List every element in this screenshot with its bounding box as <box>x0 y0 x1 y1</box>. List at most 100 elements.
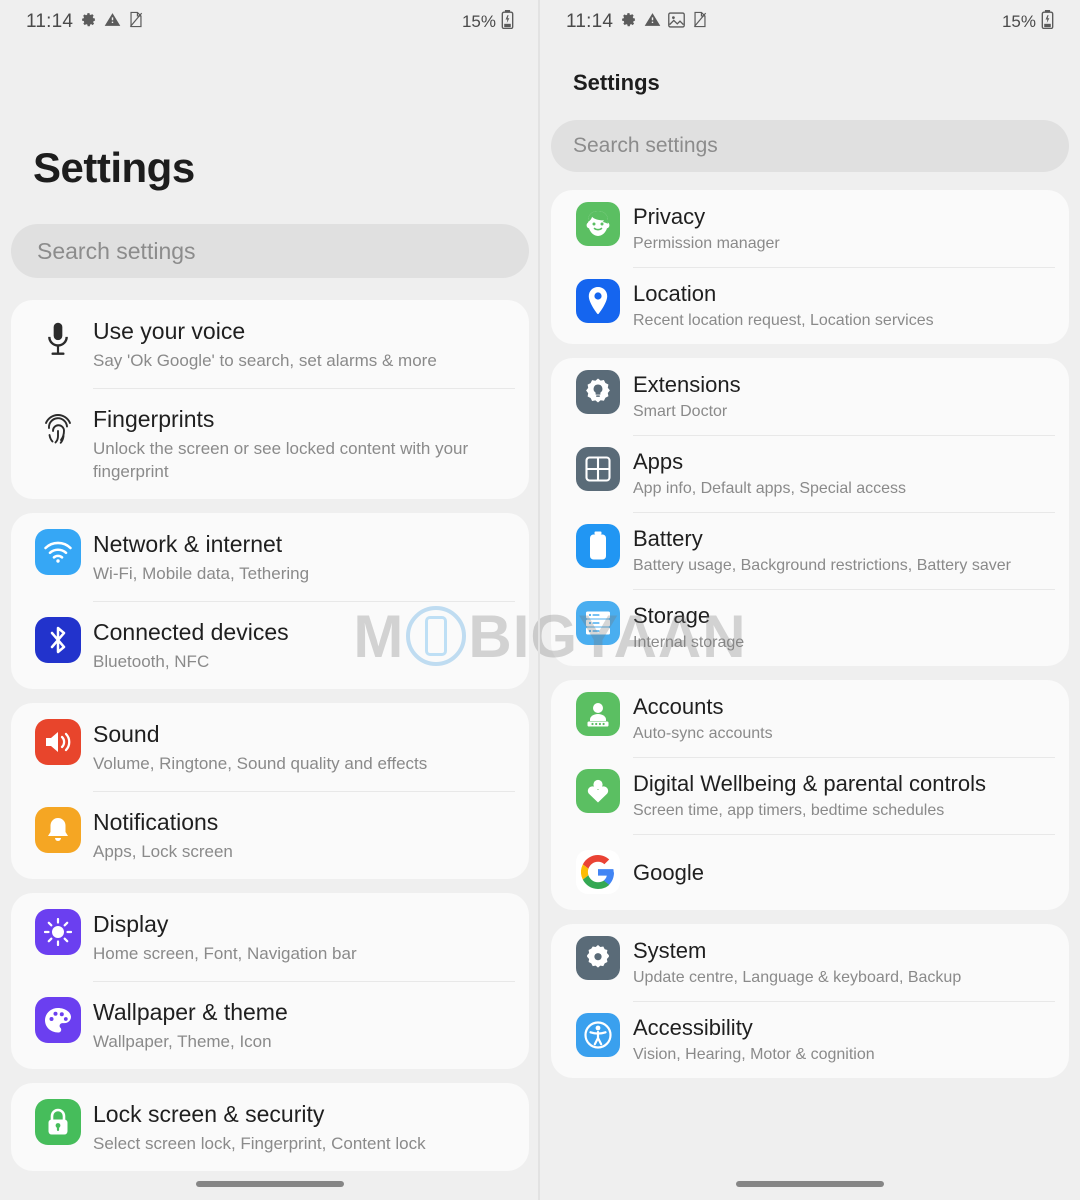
row-title: System <box>633 938 707 963</box>
row-icon-wrap <box>563 601 633 645</box>
group-gap <box>0 879 540 893</box>
row-title: Accounts <box>633 694 724 719</box>
settings-row-connected-devices[interactable]: Connected devices Bluetooth, NFC <box>11 601 529 689</box>
right-status-bar: 11:14 15% <box>540 0 1080 44</box>
page-title: Settings <box>33 144 195 191</box>
status-bar-left-group: 11:14 <box>26 11 144 33</box>
row-icon-wrap <box>563 769 633 813</box>
row-text: Privacy Permission manager <box>633 202 1057 255</box>
settings-group-card: Sound Volume, Ringtone, Sound quality and… <box>11 703 529 879</box>
status-bar-right-group: 15% <box>1002 10 1054 34</box>
row-text: Notifications Apps, Lock screen <box>93 807 515 863</box>
settings-row-network-internet[interactable]: Network & internet Wi-Fi, Mobile data, Te… <box>11 513 529 601</box>
right-page-title-wrap: Settings <box>540 70 1080 96</box>
settings-row-extensions[interactable]: Extensions Smart Doctor <box>551 358 1069 435</box>
settings-row-privacy[interactable]: Privacy Permission manager <box>551 190 1069 267</box>
row-text: Network & internet Wi-Fi, Mobile data, Te… <box>93 529 515 585</box>
wellbeing-heart-icon <box>576 769 620 813</box>
settings-group-card: Privacy Permission manager Location Recent … <box>551 190 1069 344</box>
row-title: Wallpaper & theme <box>93 999 288 1025</box>
battery-icon <box>576 524 620 568</box>
settings-row-fingerprints[interactable]: Fingerprints Unlock the screen or see loc… <box>11 388 529 499</box>
row-subtitle: Wi-Fi, Mobile data, Tethering <box>93 564 310 583</box>
left-page-title-wrap: Settings <box>0 144 540 192</box>
settings-row-lock-screen-security[interactable]: Lock screen & security Select screen lock… <box>11 1083 529 1171</box>
speaker-volume-icon <box>35 719 81 765</box>
row-text: Location Recent location request, Locatio… <box>633 279 1057 332</box>
row-icon-wrap <box>563 202 633 246</box>
settings-row-battery[interactable]: Battery Battery usage, Background restric… <box>551 512 1069 589</box>
group-gap <box>0 1069 540 1083</box>
search-placeholder: Search settings <box>37 237 196 264</box>
settings-row-display[interactable]: Display Home screen, Font, Navigation bar <box>11 893 529 981</box>
row-title: Privacy <box>633 204 706 229</box>
palette-icon <box>35 997 81 1043</box>
search-placeholder: Search settings <box>573 134 718 157</box>
row-icon-wrap <box>563 524 633 568</box>
row-subtitle: Battery usage, Background restrictions, … <box>633 557 1011 574</box>
gesture-nav-pill[interactable] <box>196 1181 344 1187</box>
row-title: Connected devices <box>93 619 289 645</box>
apps-grid-icon <box>576 447 620 491</box>
row-text: Battery Battery usage, Background restric… <box>633 524 1057 577</box>
row-subtitle: App info, Default apps, Special access <box>633 480 907 497</box>
privacy-face-icon <box>576 202 620 246</box>
padlock-icon <box>35 1099 81 1145</box>
screen-divider <box>538 0 540 1200</box>
settings-group-card: Lock screen & security Select screen lock… <box>11 1083 529 1171</box>
row-icon-wrap <box>23 316 93 362</box>
row-text: Storage Internal storage <box>633 601 1057 654</box>
settings-row-notifications[interactable]: Notifications Apps, Lock screen <box>11 791 529 879</box>
row-text: Sound Volume, Ringtone, Sound quality and… <box>93 719 515 775</box>
warning-triangle-icon <box>644 11 661 33</box>
settings-group-card: System Update centre, Language & keyboard… <box>551 924 1069 1078</box>
row-title: Extensions <box>633 372 741 397</box>
right-phone-screen: 11:14 15% Settings Search settings Priva… <box>540 0 1080 1200</box>
row-subtitle: Internal storage <box>633 634 745 651</box>
row-subtitle: Smart Doctor <box>633 403 728 420</box>
row-subtitle: Screen time, app timers, bedtime schedul… <box>633 802 945 819</box>
row-title: Digital Wellbeing & parental controls <box>633 771 986 796</box>
row-subtitle: Wallpaper, Theme, Icon <box>93 1032 272 1051</box>
row-icon-wrap <box>563 692 633 736</box>
row-text: Fingerprints Unlock the screen or see loc… <box>93 404 515 483</box>
settings-group-card: Extensions Smart Doctor Apps App info, Defa… <box>551 358 1069 666</box>
row-title: Fingerprints <box>93 406 215 432</box>
row-icon-wrap <box>563 936 633 980</box>
row-subtitle: Volume, Ringtone, Sound quality and effe… <box>93 754 428 773</box>
settings-row-use-your-voice[interactable]: Use your voice Say 'Ok Google' to search,… <box>11 300 529 388</box>
settings-row-system[interactable]: System Update centre, Language & keyboard… <box>551 924 1069 1001</box>
settings-row-digital-wellbeing-parental-controls[interactable]: Digital Wellbeing & parental controls Scr… <box>551 757 1069 834</box>
settings-row-google[interactable]: Google <box>551 834 1069 910</box>
row-title: Storage <box>633 603 711 628</box>
group-gap <box>0 689 540 703</box>
left-phone-screen: 11:14 15% Settings Search settings Use y… <box>0 0 540 1200</box>
row-text: Google <box>633 858 1057 887</box>
settings-row-location[interactable]: Location Recent location request, Locatio… <box>551 267 1069 344</box>
row-text: Apps App info, Default apps, Special acce… <box>633 447 1057 500</box>
row-icon-wrap <box>563 370 633 414</box>
row-text: Lock screen & security Select screen lock… <box>93 1099 515 1155</box>
row-title: Display <box>93 911 169 937</box>
settings-row-sound[interactable]: Sound Volume, Ringtone, Sound quality and… <box>11 703 529 791</box>
settings-row-storage[interactable]: Storage Internal storage <box>551 589 1069 666</box>
group-gap <box>540 666 1080 680</box>
row-title: Notifications <box>93 809 219 835</box>
gear-bulb-icon <box>576 370 620 414</box>
battery-low-icon <box>501 10 514 34</box>
row-title: Sound <box>93 721 160 747</box>
row-text: Display Home screen, Font, Navigation bar <box>93 909 515 965</box>
settings-row-wallpaper-theme[interactable]: Wallpaper & theme Wallpaper, Theme, Icon <box>11 981 529 1069</box>
accessibility-icon <box>576 1013 620 1057</box>
accounts-person-icon <box>576 692 620 736</box>
search-settings-field[interactable]: Search settings <box>11 224 529 278</box>
battery-percent-label: 15% <box>1001 12 1036 31</box>
group-gap <box>540 910 1080 924</box>
search-settings-field[interactable]: Search settings <box>551 120 1069 172</box>
settings-row-accessibility[interactable]: Accessibility Vision, Hearing, Motor & co… <box>551 1001 1069 1078</box>
settings-row-apps[interactable]: Apps App info, Default apps, Special acce… <box>551 435 1069 512</box>
row-icon-wrap <box>23 617 93 663</box>
settings-row-accounts[interactable]: Accounts Auto-sync accounts <box>551 680 1069 757</box>
gesture-nav-pill[interactable] <box>736 1181 884 1187</box>
location-pin-icon <box>576 279 620 323</box>
